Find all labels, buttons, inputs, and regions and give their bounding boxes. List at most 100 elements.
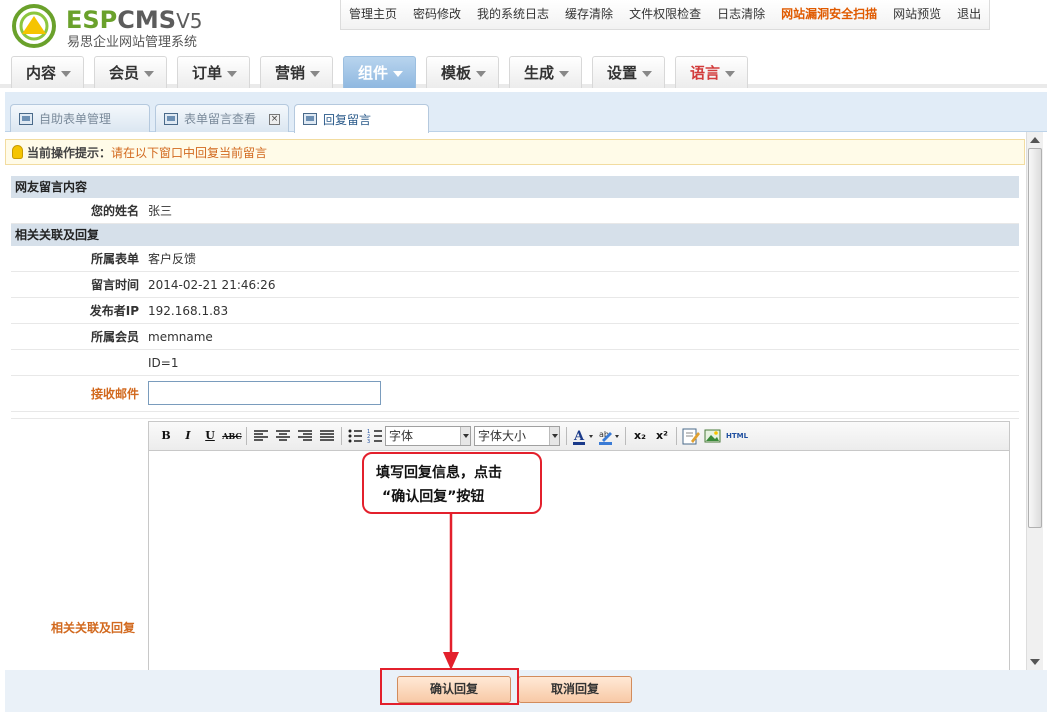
- hint-title: 当前操作提示：: [27, 145, 112, 160]
- chevron-down-icon: [476, 71, 486, 77]
- top-nav: 管理主页 密码修改 我的系统日志 缓存清除 文件权限检查 日志清除 网站漏洞安全…: [340, 0, 991, 30]
- topnav-password[interactable]: 密码修改: [405, 0, 469, 29]
- member-value: memname: [148, 330, 213, 344]
- chevron-down-icon: [460, 427, 470, 445]
- scroll-down-icon[interactable]: [1030, 659, 1040, 665]
- numbered-list-icon[interactable]: 123: [365, 426, 385, 446]
- scroll-thumb[interactable]: [1028, 148, 1042, 528]
- window-icon: [19, 112, 33, 125]
- font-size-select[interactable]: 字体大小: [474, 426, 560, 446]
- align-left-icon[interactable]: [250, 426, 272, 446]
- chevron-down-icon: [144, 71, 154, 77]
- topnav-file-permission[interactable]: 文件权限检查: [621, 0, 709, 29]
- menu-member[interactable]: 会员: [94, 56, 167, 88]
- underline-button[interactable]: U: [199, 426, 221, 446]
- highlight-frame: [380, 668, 519, 705]
- annotation-callout: 填写回复信息，点击 “确认回复”按钮: [362, 452, 542, 514]
- logo-wordmark: ESPCMSV5: [66, 6, 203, 34]
- window-icon: [303, 113, 317, 125]
- row-id: ID=1: [11, 350, 1019, 376]
- row-ip: 发布者IP 192.168.1.83: [11, 298, 1019, 324]
- tab-form-manage[interactable]: 自助表单管理: [10, 104, 150, 132]
- app-subtitle: 易思企业网站管理系统: [67, 35, 198, 50]
- subscript-button[interactable]: x₂: [629, 426, 651, 446]
- hint-text: 请在以下窗口中回复当前留言: [111, 145, 268, 160]
- row-time: 留言时间 2014-02-21 21:46:26: [11, 272, 1019, 298]
- menu-marketing[interactable]: 营销: [260, 56, 333, 88]
- align-justify-icon[interactable]: [316, 426, 338, 446]
- chevron-down-icon: [61, 71, 71, 77]
- reply-label: 相关关联及回复: [51, 621, 136, 635]
- tab-form-messages[interactable]: 表单留言查看 ×: [155, 104, 289, 132]
- sub-tab-bar: 自助表单管理 表单留言查看 × 回复留言: [5, 92, 1047, 133]
- menu-language[interactable]: 语言: [675, 56, 748, 88]
- menu-settings[interactable]: 设置: [592, 56, 665, 88]
- tab-reply-message[interactable]: 回复留言: [294, 104, 429, 133]
- email-field[interactable]: [148, 381, 381, 405]
- operation-hint: 当前操作提示： 请在以下窗口中回复当前留言: [5, 139, 1025, 165]
- close-icon[interactable]: ×: [269, 114, 280, 125]
- bullet-list-icon[interactable]: [345, 426, 365, 446]
- time-value: 2014-02-21 21:46:26: [148, 278, 276, 292]
- menu-components[interactable]: 组件: [343, 56, 416, 88]
- espcms-logo-icon: [12, 4, 56, 48]
- reply-form: 网友留言内容 您的姓名 张三 相关关联及回复 所属表单 客户反馈 留言时间 20…: [11, 176, 1019, 412]
- chevron-down-icon: [227, 71, 237, 77]
- highlight-color-icon[interactable]: ab: [596, 426, 622, 446]
- annotation-arrow: [443, 512, 459, 670]
- html-source-button[interactable]: HTML: [724, 426, 750, 446]
- chevron-down-icon: [642, 71, 652, 77]
- form-value: 客户反馈: [148, 252, 197, 266]
- chevron-down-icon: [549, 427, 559, 445]
- section-message-content: 网友留言内容: [11, 176, 1019, 198]
- editor-toolbar: B I U ABC 123 字体 字体大小 A ab x₂ x² HTML: [149, 422, 1009, 451]
- email-label: 接收邮件: [90, 387, 139, 401]
- time-label: 留言时间: [90, 278, 139, 292]
- row-name: 您的姓名 张三: [11, 198, 1019, 224]
- topnav-security-scan[interactable]: 网站漏洞安全扫描: [773, 0, 885, 29]
- menu-content[interactable]: 内容: [11, 56, 84, 88]
- topnav-clear-log[interactable]: 日志清除: [709, 0, 773, 29]
- svg-text:3: 3: [367, 439, 370, 445]
- edit-icon[interactable]: [680, 426, 702, 446]
- ip-value: 192.168.1.83: [148, 304, 229, 318]
- scroll-up-icon[interactable]: [1030, 137, 1040, 143]
- chevron-down-icon: [725, 71, 735, 77]
- name-value: 张三: [148, 204, 173, 218]
- cancel-reply-button[interactable]: 取消回复: [518, 676, 632, 703]
- vertical-scrollbar[interactable]: [1026, 132, 1043, 670]
- menu-template[interactable]: 模板: [426, 56, 499, 88]
- row-member: 所属会员 memname: [11, 324, 1019, 350]
- svg-text:A: A: [573, 429, 585, 444]
- main-menu: 内容 会员 订单 营销 组件 模板 生成 设置 语言: [0, 52, 1047, 88]
- topnav-my-log[interactable]: 我的系统日志: [469, 0, 557, 29]
- strikethrough-button[interactable]: ABC: [221, 426, 243, 446]
- topnav-preview[interactable]: 网站预览: [885, 0, 949, 29]
- form-label: 所属表单: [90, 252, 139, 266]
- ip-label: 发布者IP: [89, 304, 139, 318]
- topnav-clear-cache[interactable]: 缓存清除: [557, 0, 621, 29]
- italic-button[interactable]: I: [177, 426, 199, 446]
- superscript-button[interactable]: x²: [651, 426, 673, 446]
- menu-order[interactable]: 订单: [177, 56, 250, 88]
- member-label: 所属会员: [90, 330, 139, 344]
- align-right-icon[interactable]: [294, 426, 316, 446]
- text-color-icon[interactable]: A: [570, 426, 596, 446]
- editor-body[interactable]: [149, 451, 1009, 670]
- topnav-home[interactable]: 管理主页: [341, 0, 405, 29]
- menu-generate[interactable]: 生成: [509, 56, 582, 88]
- window-icon: [164, 112, 178, 125]
- font-family-select[interactable]: 字体: [385, 426, 471, 446]
- reply-editor: B I U ABC 123 字体 字体大小 A ab x₂ x² HTML: [148, 421, 1010, 671]
- name-label: 您的姓名: [90, 204, 139, 218]
- align-center-icon[interactable]: [272, 426, 294, 446]
- row-email: 接收邮件: [11, 376, 1019, 412]
- insert-image-icon[interactable]: [702, 426, 724, 446]
- chevron-down-icon: [559, 71, 569, 77]
- bold-button[interactable]: B: [155, 426, 177, 446]
- lightbulb-icon: [12, 145, 23, 159]
- section-related-reply: 相关关联及回复: [11, 224, 1019, 246]
- id-value: ID=1: [148, 356, 179, 370]
- topnav-logout[interactable]: 退出: [949, 0, 989, 29]
- chevron-down-icon: [310, 71, 320, 77]
